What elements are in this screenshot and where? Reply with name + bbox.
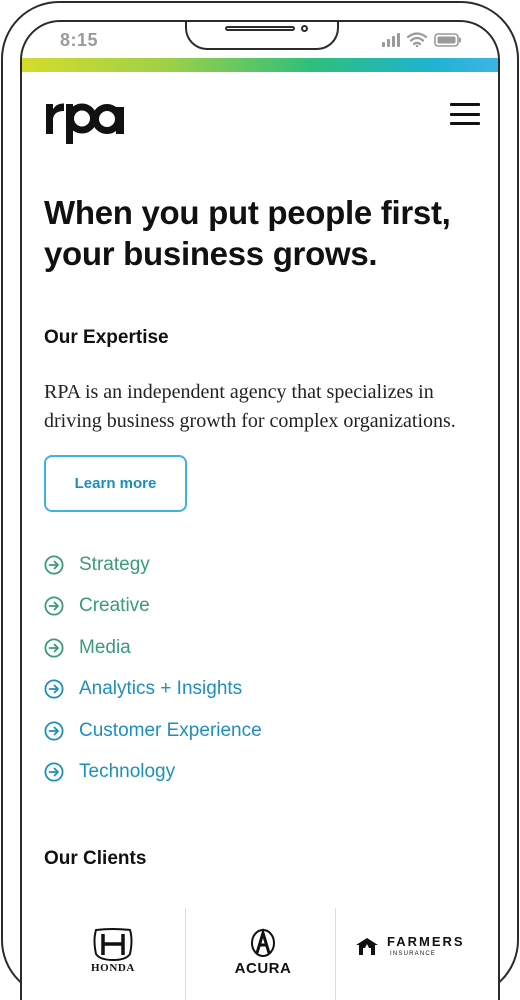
service-label: Customer Experience [79, 719, 262, 741]
status-icons [382, 32, 462, 47]
arrow-circle-right-icon [44, 638, 64, 658]
service-link-creative[interactable]: Creative [44, 586, 464, 628]
camera-icon [301, 25, 308, 32]
client-divider [335, 908, 336, 1000]
acura-logo-text: ACURA [234, 960, 292, 977]
service-link-analytics-insights[interactable]: Analytics + Insights [44, 669, 464, 711]
service-link-strategy[interactable]: Strategy [44, 544, 464, 586]
status-time: 8:15 [60, 30, 99, 50]
battery-icon [434, 33, 462, 47]
arrow-circle-right-icon [44, 596, 64, 616]
expertise-description: RPA is an independent agency that specia… [44, 381, 456, 432]
arrow-circle-right-icon [44, 721, 64, 741]
honda-logo-text: HONDA [91, 962, 135, 974]
phone-notch [185, 22, 339, 50]
wifi-icon [407, 32, 427, 47]
arrow-circle-right-icon [44, 762, 64, 782]
rpa-logo[interactable] [44, 98, 126, 144]
service-label: Creative [79, 595, 150, 617]
arrow-circle-right-icon [44, 679, 64, 699]
service-label: Strategy [79, 553, 150, 575]
signal-icon [382, 33, 400, 47]
hamburger-menu-icon[interactable] [450, 103, 480, 125]
farmers-logo-text: FARMERS [387, 934, 465, 949]
honda-logo[interactable]: HONDA [78, 928, 148, 976]
service-link-customer-experience[interactable]: Customer Experience [44, 710, 464, 752]
service-label: Media [79, 636, 131, 658]
phone-screen: 8:15 When you put people first, your bus… [20, 20, 500, 1000]
speaker-icon [225, 26, 295, 31]
brand-gradient-bar [22, 58, 498, 72]
client-divider [185, 908, 186, 1000]
service-label: Analytics + Insights [79, 678, 243, 700]
service-link-technology[interactable]: Technology [44, 752, 464, 794]
service-link-media[interactable]: Media [44, 627, 464, 669]
hero-title: When you put people first, your business… [44, 194, 451, 272]
arrow-circle-right-icon [44, 555, 64, 575]
farmers-insurance-logo[interactable]: FARMERS INSURANCE [354, 932, 474, 962]
status-bar: 8:15 [22, 22, 498, 58]
services-list: Strategy Creative Media Analytics + Insi… [44, 544, 464, 793]
acura-logo[interactable]: ACURA [223, 926, 303, 978]
service-label: Technology [79, 761, 176, 783]
client-logos-row: HONDA ACURA FARMERS INSURANCE [22, 908, 498, 1000]
learn-more-button[interactable]: Learn more [44, 455, 187, 512]
clients-heading: Our Clients [44, 848, 147, 869]
expertise-heading: Our Expertise [44, 327, 169, 348]
farmers-logo-subtitle: INSURANCE [390, 951, 437, 957]
